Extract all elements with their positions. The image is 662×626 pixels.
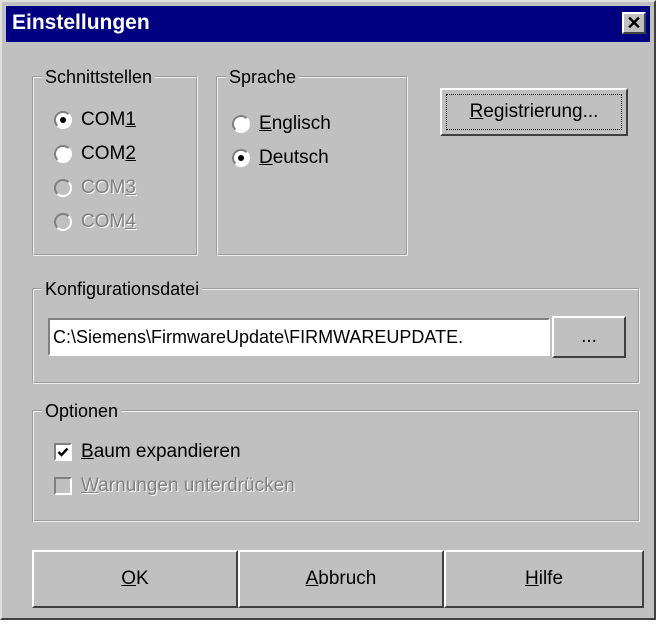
config-file-path-input[interactable]: C:\Siemens\FirmwareUpdate\FIRMWAREUPDATE…	[48, 318, 550, 356]
konfigurationsdatei-legend: Konfigurationsdatei	[42, 277, 203, 301]
radio-com2[interactable]: COM2	[54, 142, 184, 166]
checkbox[interactable]	[54, 443, 72, 461]
dialog-title: Einstellungen	[12, 11, 150, 34]
radio-com4: COM4	[54, 210, 184, 234]
optionen-legend: Optionen	[42, 399, 122, 423]
hilfe-button-label: Hilfe	[524, 568, 564, 589]
checkbox-baum-expandieren-label: Baum expandieren	[81, 441, 241, 462]
abbruch-button[interactable]: Abbruch	[238, 550, 444, 608]
radio-selected-dot	[238, 155, 244, 161]
schnittstellen-group: Schnittstellen COM1 COM2 COM3 COM4	[32, 65, 198, 256]
focus-rectangle	[446, 94, 622, 130]
hilfe-button[interactable]: Hilfe	[444, 550, 644, 608]
radio-com4-label: COM4	[81, 211, 136, 232]
radio-button[interactable]	[232, 115, 250, 133]
checkbox-baum-expandieren[interactable]: Baum expandieren	[54, 440, 354, 464]
abbruch-button-label: Abbruch	[305, 568, 377, 589]
ok-button[interactable]: OK	[32, 550, 238, 608]
radio-button	[54, 179, 72, 197]
radio-selected-dot	[60, 117, 66, 123]
radio-com3: COM3	[54, 176, 184, 200]
radio-com1-label: COM1	[81, 109, 136, 130]
checkbox-warnungen-unterdruecken: Warnungen unterdrücken	[54, 474, 374, 498]
radio-button[interactable]	[54, 111, 72, 129]
sprache-group: Sprache Englisch Deutsch	[216, 65, 408, 256]
radio-deutsch[interactable]: Deutsch	[232, 146, 392, 170]
sprache-legend: Sprache	[226, 65, 300, 89]
schnittstellen-legend: Schnittstellen	[42, 65, 156, 89]
radio-com3-label: COM3	[81, 177, 136, 198]
browse-button[interactable]: ...	[552, 316, 626, 358]
title-bar[interactable]: Einstellungen ✕	[6, 6, 650, 42]
registrierung-button[interactable]: Registrierung...	[440, 88, 628, 136]
optionen-group: Optionen Baum expandieren Warnungen unte…	[32, 399, 640, 522]
settings-dialog: Einstellungen ✕ Schnittstellen COM1 COM2…	[0, 0, 656, 620]
checkbox-warnungen-label: Warnungen unterdrücken	[81, 475, 295, 496]
browse-button-label: ...	[581, 326, 597, 347]
konfigurationsdatei-group: Konfigurationsdatei C:\Siemens\FirmwareU…	[32, 277, 640, 384]
ok-button-label: OK	[121, 568, 149, 589]
radio-englisch-label: Englisch	[259, 113, 331, 134]
radio-button[interactable]	[54, 145, 72, 163]
radio-com1[interactable]: COM1	[54, 108, 184, 132]
radio-englisch[interactable]: Englisch	[232, 112, 392, 136]
close-icon: ✕	[626, 13, 642, 33]
close-button[interactable]: ✕	[622, 12, 646, 34]
radio-com2-label: COM2	[81, 143, 136, 164]
check-mark-icon	[57, 447, 69, 457]
radio-button	[54, 213, 72, 231]
radio-deutsch-label: Deutsch	[259, 147, 329, 168]
radio-button[interactable]	[232, 149, 250, 167]
checkbox	[54, 477, 72, 495]
